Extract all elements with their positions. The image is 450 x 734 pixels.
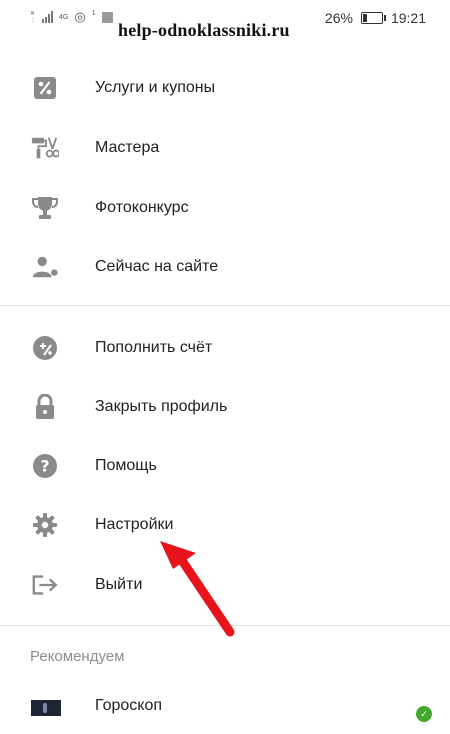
menu-item-top-up[interactable]: Пополнить счёт	[0, 320, 450, 376]
divider	[0, 305, 450, 306]
menu-item-masters[interactable]: Мастера	[0, 120, 450, 176]
network-type-label: 4G	[59, 13, 69, 21]
menu-item-label: Мастера	[95, 139, 160, 156]
menu-item-label: Услуги и купоны	[95, 79, 216, 96]
menu-item-label: Настройки	[95, 516, 174, 533]
menu-item-close-profile[interactable]: Закрыть профиль	[0, 379, 450, 435]
status-icons-left: ✕ ⋮ 4G ◎ 1	[30, 9, 113, 25]
horoscope-app-icon	[31, 700, 61, 716]
recommended-item-horoscope[interactable]: Гороскоп ✓	[0, 678, 450, 734]
section-title-recommended: Рекомендуем	[30, 648, 125, 665]
menu-item-label: Пополнить счёт	[95, 339, 213, 356]
menu-item-settings[interactable]: Настройки	[0, 497, 450, 553]
paint-roller-scissors-icon	[31, 134, 59, 162]
notification-icon	[101, 11, 113, 23]
menu-item-label: Помощь	[95, 457, 157, 474]
menu-item-photo-contest[interactable]: Фотоконкурс	[0, 180, 450, 236]
menu-item-label: Сейчас на сайте	[95, 258, 219, 275]
logout-icon	[31, 571, 59, 599]
battery-percent: 26%	[324, 10, 353, 26]
menu-item-label: Гороскоп	[95, 697, 163, 714]
menu-item-help[interactable]: ? Помощь	[0, 438, 450, 494]
help-circle-icon: ?	[31, 452, 59, 480]
status-icons-right: 26% 19:21	[325, 10, 426, 26]
signal-icon: ✕ ⋮	[30, 10, 36, 24]
menu-item-label: Фотоконкурс	[95, 199, 189, 216]
watermark: help-odnoklassniki.ru	[118, 20, 290, 40]
percent-icon	[31, 74, 59, 102]
lock-icon	[31, 393, 59, 421]
trophy-icon	[31, 194, 59, 222]
user-online-icon	[31, 253, 59, 281]
menu-item-label: Выйти	[95, 576, 143, 593]
battery-icon	[360, 12, 386, 24]
app-badge-icon: ✓	[416, 706, 432, 722]
gear-icon	[31, 511, 59, 539]
svg-text:?: ?	[40, 457, 49, 476]
wifi-icon: ◎	[74, 9, 86, 24]
divider	[0, 625, 450, 626]
menu-item-logout[interactable]: Выйти	[0, 557, 450, 613]
menu-item-online-now[interactable]: Сейчас на сайте	[0, 239, 450, 295]
menu-item-label: Закрыть профиль	[95, 398, 228, 415]
add-money-icon	[31, 334, 59, 362]
network-badge: 1	[91, 9, 96, 17]
cell-signal-icon	[42, 11, 53, 23]
menu-item-services-coupons[interactable]: Услуги и купоны	[0, 60, 450, 116]
clock: 19:21	[390, 10, 426, 26]
